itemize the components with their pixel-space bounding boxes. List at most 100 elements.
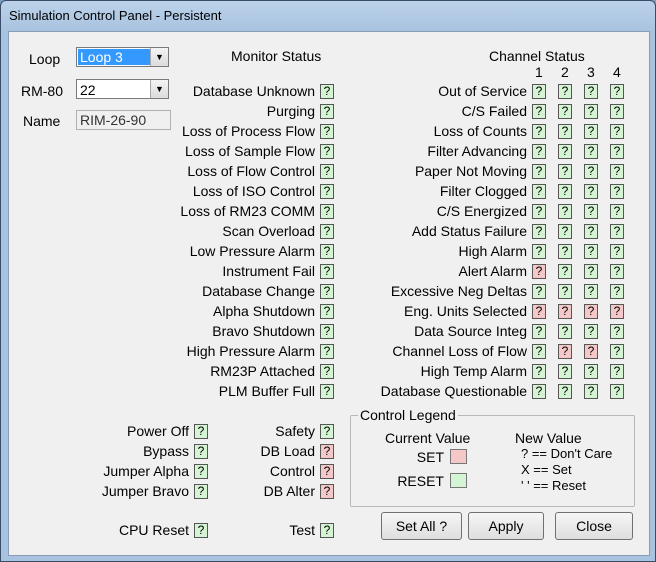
channel-status-checkbox[interactable]: ?	[532, 224, 546, 239]
monitor-status-checkbox[interactable]: ?	[320, 184, 334, 199]
channel-status-checkbox[interactable]: ?	[584, 164, 598, 179]
monitor-status-checkbox[interactable]: ?	[320, 264, 334, 279]
channel-status-checkbox[interactable]: ?	[558, 84, 572, 99]
monitor-status-checkbox[interactable]: ?	[320, 244, 334, 259]
monitor-status-checkbox[interactable]: ?	[320, 204, 334, 219]
channel-status-checkbox[interactable]: ?	[584, 264, 598, 279]
channel-status-checkbox[interactable]: ?	[558, 244, 572, 259]
override-checkbox[interactable]: ?	[194, 464, 208, 479]
cpu-reset-checkbox[interactable]: ?	[194, 523, 208, 538]
channel-status-checkbox[interactable]: ?	[532, 244, 546, 259]
channel-status-checkbox[interactable]: ?	[558, 124, 572, 139]
set-all-button[interactable]: Set All ?	[381, 512, 462, 540]
monitor-status-checkbox[interactable]: ?	[320, 384, 334, 399]
channel-status-checkbox[interactable]: ?	[610, 164, 624, 179]
channel-status-checkbox[interactable]: ?	[584, 344, 598, 359]
monitor-status-checkbox[interactable]: ?	[320, 344, 334, 359]
channel-status-checkbox[interactable]: ?	[532, 204, 546, 219]
channel-status-checkbox[interactable]: ?	[532, 124, 546, 139]
channel-status-checkbox[interactable]: ?	[610, 324, 624, 339]
channel-status-checkbox[interactable]: ?	[532, 164, 546, 179]
channel-status-checkbox[interactable]: ?	[584, 244, 598, 259]
channel-status-checkbox[interactable]: ?	[610, 364, 624, 379]
channel-status-checkbox[interactable]: ?	[610, 144, 624, 159]
channel-status-checkbox[interactable]: ?	[532, 304, 546, 319]
channel-status-checkbox[interactable]: ?	[584, 324, 598, 339]
channel-status-checkbox[interactable]: ?	[584, 144, 598, 159]
channel-status-checkbox[interactable]: ?	[610, 384, 624, 399]
test-checkbox[interactable]: ?	[320, 523, 334, 538]
channel-status-checkbox[interactable]: ?	[532, 284, 546, 299]
monitor-status-checkbox[interactable]: ?	[320, 224, 334, 239]
channel-status-checkbox[interactable]: ?	[584, 364, 598, 379]
channel-status-checkbox[interactable]: ?	[610, 124, 624, 139]
channel-status-checkbox[interactable]: ?	[584, 104, 598, 119]
monitor-status-checkbox[interactable]: ?	[320, 364, 334, 379]
channel-status-checkbox[interactable]: ?	[584, 384, 598, 399]
channel-status-checkbox[interactable]: ?	[558, 344, 572, 359]
loop-select[interactable]: Loop 3 ▼	[76, 47, 169, 67]
title-bar[interactable]: Simulation Control Panel - Persistent	[1, 1, 655, 31]
monitor-status-label: Low Pressure Alarm	[189, 243, 315, 259]
chevron-down-icon[interactable]: ▼	[150, 48, 168, 66]
monitor-status-checkbox[interactable]: ?	[320, 164, 334, 179]
channel-status-checkbox[interactable]: ?	[610, 184, 624, 199]
channel-status-checkbox[interactable]: ?	[610, 204, 624, 219]
override-checkbox[interactable]: ?	[194, 444, 208, 459]
channel-status-checkbox[interactable]: ?	[558, 364, 572, 379]
monitor-status-checkbox[interactable]: ?	[320, 104, 334, 119]
channel-status-checkbox[interactable]: ?	[610, 344, 624, 359]
override-checkbox[interactable]: ?	[194, 484, 208, 499]
channel-status-checkbox[interactable]: ?	[532, 184, 546, 199]
monitor-status-checkbox[interactable]: ?	[320, 124, 334, 139]
channel-status-checkbox[interactable]: ?	[584, 84, 598, 99]
channel-status-checkbox[interactable]: ?	[532, 104, 546, 119]
channel-status-checkbox[interactable]: ?	[558, 324, 572, 339]
channel-status-checkbox[interactable]: ?	[584, 224, 598, 239]
channel-status-checkbox[interactable]: ?	[584, 184, 598, 199]
channel-status-checkbox[interactable]: ?	[610, 84, 624, 99]
monitor-status-checkbox[interactable]: ?	[320, 284, 334, 299]
channel-status-checkbox[interactable]: ?	[532, 384, 546, 399]
mode-checkbox[interactable]: ?	[320, 444, 334, 459]
channel-status-checkbox[interactable]: ?	[532, 364, 546, 379]
override-checkbox[interactable]: ?	[194, 424, 208, 439]
channel-status-checkbox[interactable]: ?	[558, 224, 572, 239]
mode-checkbox[interactable]: ?	[320, 424, 334, 439]
channel-status-checkbox[interactable]: ?	[610, 284, 624, 299]
channel-status-checkbox[interactable]: ?	[558, 144, 572, 159]
monitor-status-checkbox[interactable]: ?	[320, 304, 334, 319]
channel-status-checkbox[interactable]: ?	[558, 264, 572, 279]
channel-status-checkbox[interactable]: ?	[610, 304, 624, 319]
channel-status-checkbox[interactable]: ?	[558, 384, 572, 399]
channel-status-checkbox[interactable]: ?	[584, 304, 598, 319]
channel-status-checkbox[interactable]: ?	[584, 284, 598, 299]
channel-status-checkbox[interactable]: ?	[610, 244, 624, 259]
channel-status-checkbox[interactable]: ?	[610, 264, 624, 279]
channel-status-checkbox[interactable]: ?	[558, 184, 572, 199]
apply-button[interactable]: Apply	[468, 512, 544, 540]
channel-status-checkbox[interactable]: ?	[584, 204, 598, 219]
rm80-select[interactable]: 22 ▼	[76, 79, 169, 99]
channel-status-checkbox[interactable]: ?	[532, 84, 546, 99]
mode-checkbox[interactable]: ?	[320, 484, 334, 499]
channel-status-checkbox[interactable]: ?	[558, 304, 572, 319]
channel-status-checkbox[interactable]: ?	[532, 344, 546, 359]
channel-status-checkbox[interactable]: ?	[532, 324, 546, 339]
monitor-status-checkbox[interactable]: ?	[320, 84, 334, 99]
close-button[interactable]: Close	[555, 512, 633, 540]
channel-status-checkbox[interactable]: ?	[532, 264, 546, 279]
channel-status-checkbox[interactable]: ?	[610, 104, 624, 119]
channel-status-checkbox[interactable]: ?	[610, 224, 624, 239]
channel-status-checkbox[interactable]: ?	[558, 284, 572, 299]
channel-status-checkbox[interactable]: ?	[558, 164, 572, 179]
override-label: Jumper Bravo	[101, 483, 189, 499]
mode-checkbox[interactable]: ?	[320, 464, 334, 479]
monitor-status-checkbox[interactable]: ?	[320, 144, 334, 159]
monitor-status-checkbox[interactable]: ?	[320, 324, 334, 339]
channel-status-checkbox[interactable]: ?	[532, 144, 546, 159]
chevron-down-icon[interactable]: ▼	[150, 80, 168, 98]
channel-status-checkbox[interactable]: ?	[558, 104, 572, 119]
channel-status-checkbox[interactable]: ?	[558, 204, 572, 219]
channel-status-checkbox[interactable]: ?	[584, 124, 598, 139]
